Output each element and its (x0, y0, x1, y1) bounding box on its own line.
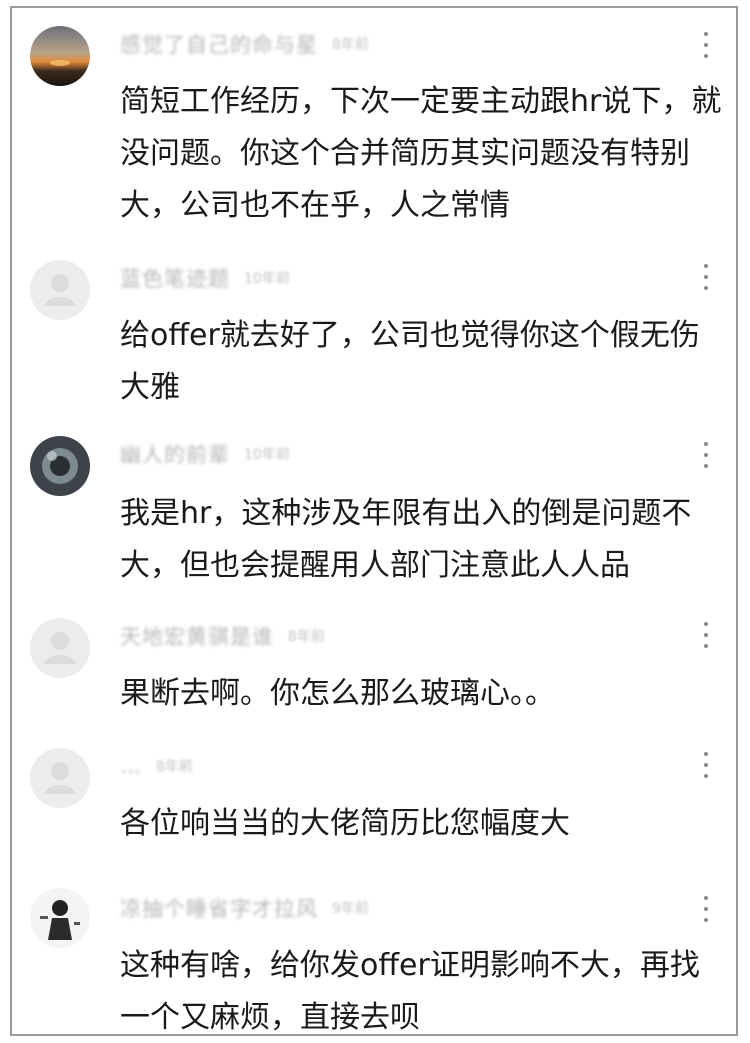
avatar[interactable] (30, 618, 90, 678)
comment-meta: 凉抽个睡省字才拉风 9年前 (120, 894, 369, 922)
comment-text: 简短工作经历，下次一定要主动跟hr说下，就没问题。你这个合并简历其实问题没有特别… (120, 84, 722, 223)
timestamp: 8年前 (288, 629, 325, 645)
comment-text: 这种有啥，给你发offer证明影响不大，再找一个又麻烦，直接去呗 (120, 948, 700, 1035)
default-avatar-icon (44, 762, 76, 794)
figure-avatar-image (30, 888, 90, 948)
more-options-icon[interactable] (702, 752, 710, 778)
comment-meta: 幽人的前辈 10年前 (120, 440, 290, 468)
avatar[interactable] (30, 888, 90, 948)
comment-text: 果断去啊。你怎么那么玻璃心。。 (120, 676, 555, 711)
comment-meta: 感觉了自己的命与星 8年前 (120, 30, 369, 58)
default-avatar-icon (44, 632, 76, 664)
username[interactable]: … (120, 754, 142, 778)
username[interactable]: 幽人的前辈 (120, 439, 230, 469)
more-options-icon[interactable] (702, 896, 710, 922)
comment-meta: … 8年前 (120, 752, 193, 780)
comment-meta: 蓝色笔迹题 10年前 (120, 264, 290, 292)
username[interactable]: 感觉了自己的命与星 (120, 29, 318, 59)
default-avatar-icon (44, 274, 76, 306)
avatar[interactable] (30, 748, 90, 808)
comment-text: 各位响当当的大佬简历比您幅度大 (120, 806, 570, 841)
comment-text: 我是hr，这种涉及年限有出入的倒是问题不大，但也会提醒用人部门注意此人人品 (120, 496, 692, 583)
username[interactable]: 凉抽个睡省字才拉风 (120, 893, 318, 923)
avatar[interactable] (30, 26, 90, 86)
timestamp: 10年前 (244, 271, 290, 287)
more-options-icon[interactable] (702, 264, 710, 290)
more-options-icon[interactable] (702, 622, 710, 648)
more-options-icon[interactable] (702, 442, 710, 468)
avatar[interactable] (30, 260, 90, 320)
timestamp: 9年前 (332, 901, 369, 917)
avatar[interactable] (30, 436, 90, 496)
timestamp: 8年前 (156, 759, 193, 775)
dark-avatar-image (30, 436, 90, 496)
comment-meta: 天地宏黄骐是谁 8年前 (120, 622, 325, 650)
timestamp: 8年前 (332, 37, 369, 53)
sunset-avatar-image (30, 26, 90, 86)
username[interactable]: 天地宏黄骐是谁 (120, 621, 274, 651)
timestamp: 10年前 (244, 447, 290, 463)
more-options-icon[interactable] (702, 32, 710, 58)
comment-text: 给offer就去好了，公司也觉得你这个假无伤大雅 (120, 318, 700, 405)
username[interactable]: 蓝色笔迹题 (120, 263, 230, 293)
comment-list: 感觉了自己的命与星 8年前 简短工作经历，下次一定要主动跟hr说下，就没问题。你… (10, 6, 738, 1036)
